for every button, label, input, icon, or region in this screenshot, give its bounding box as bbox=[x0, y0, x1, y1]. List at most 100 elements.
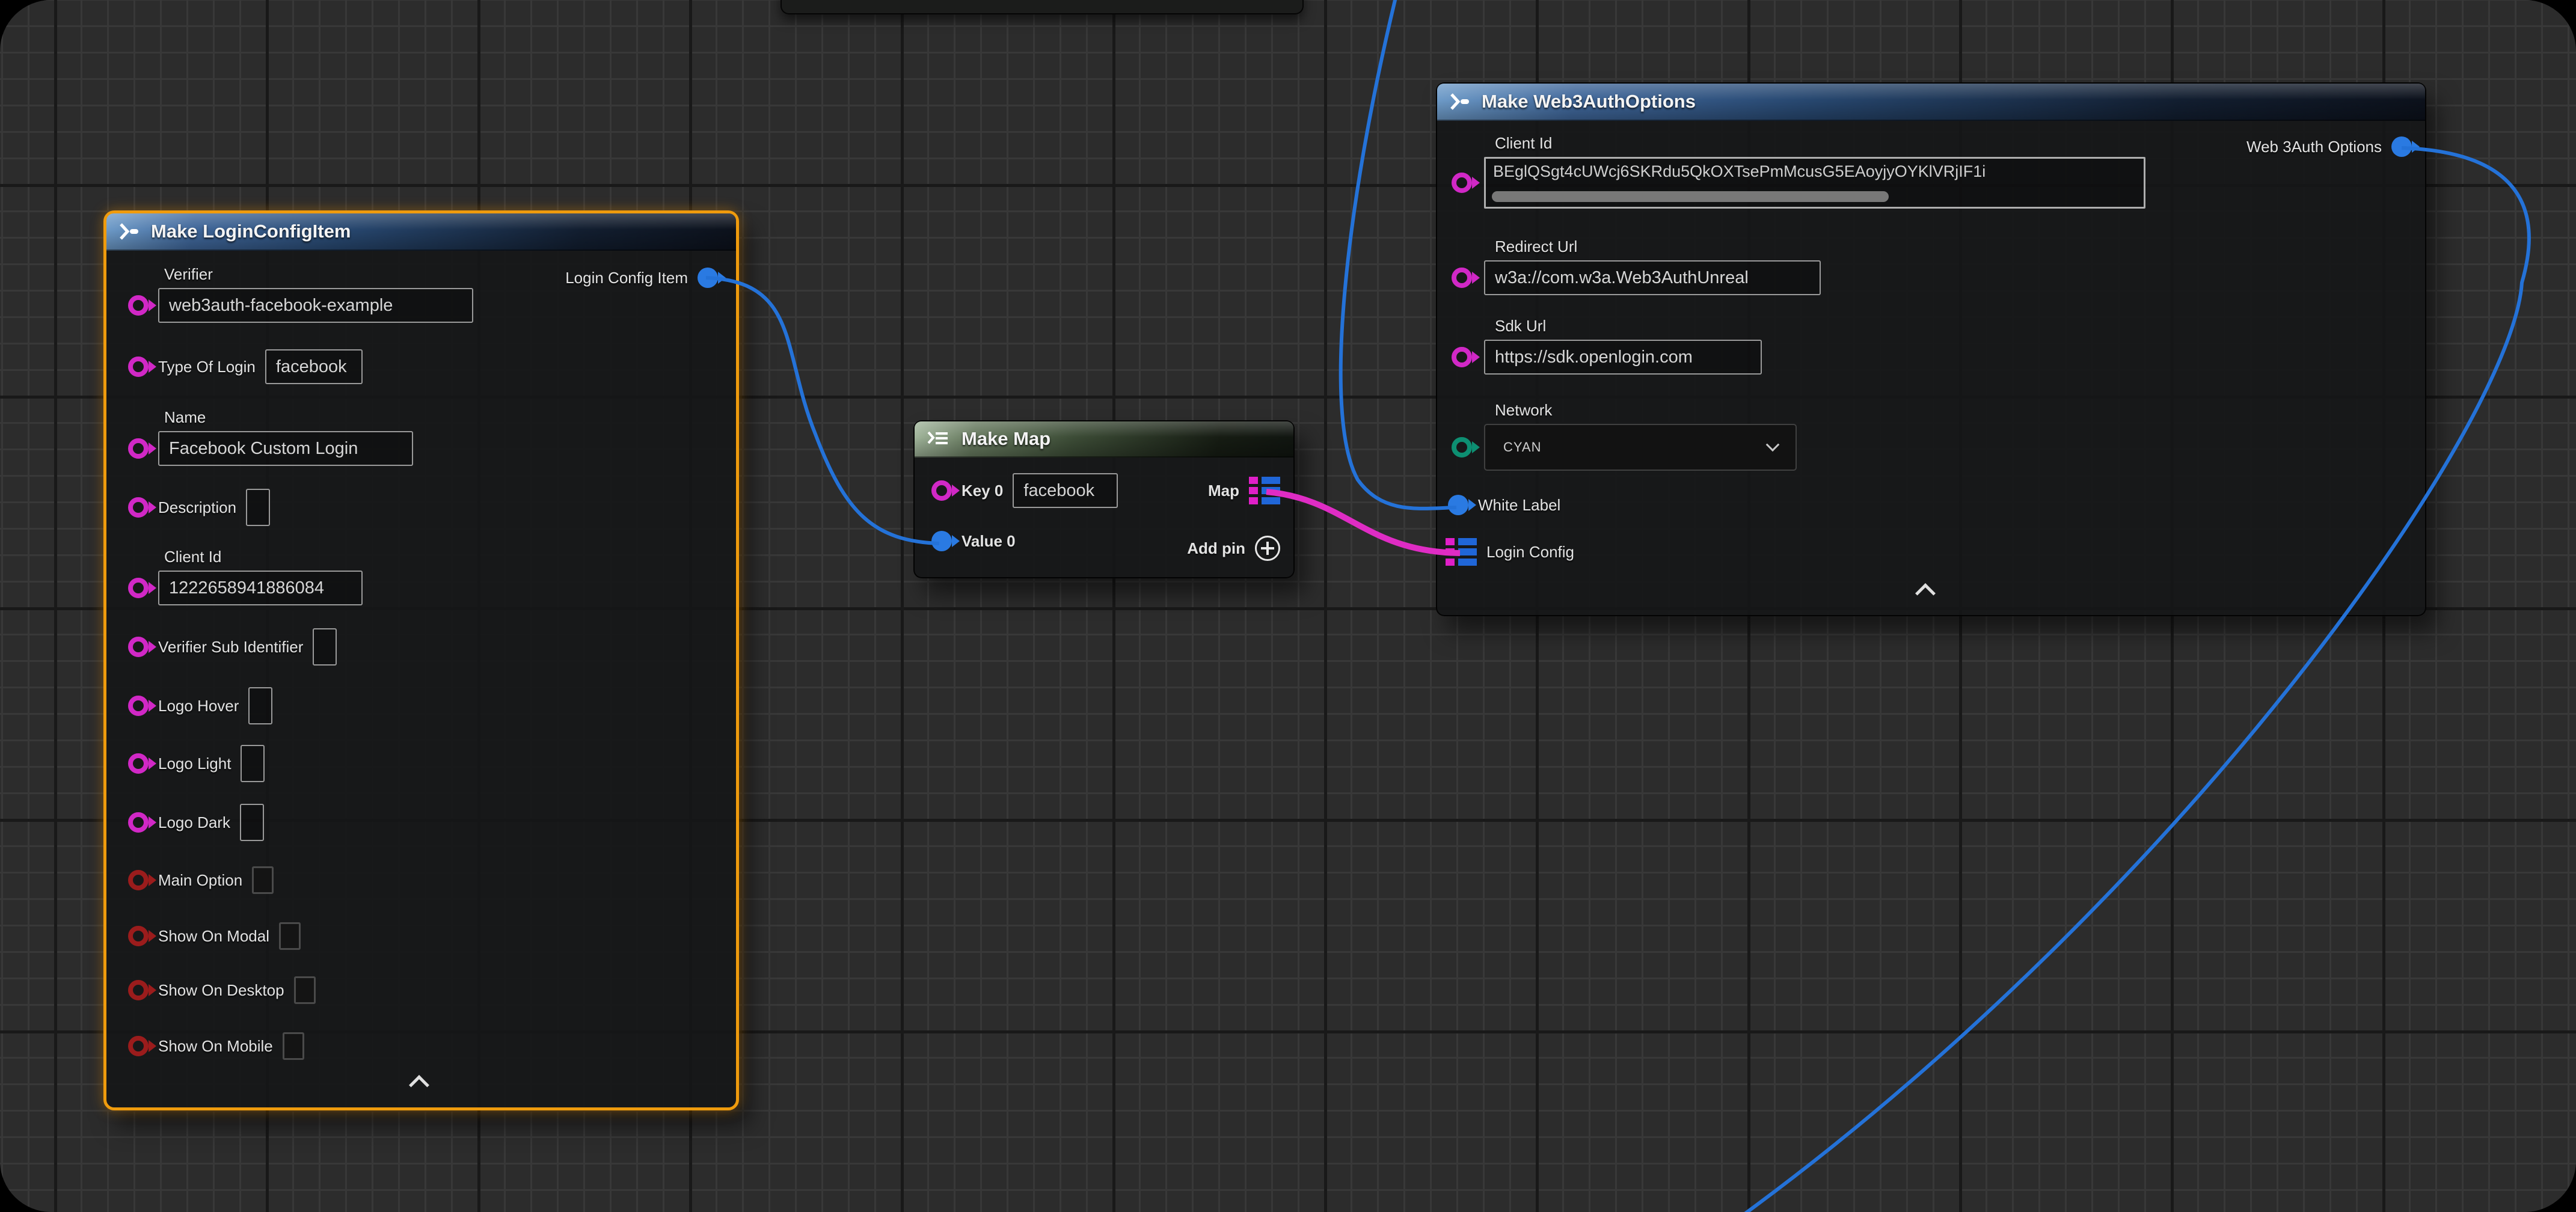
node-title: Make Web3AuthOptions bbox=[1482, 91, 1696, 112]
collapse-node-chevron-up-icon[interactable] bbox=[1915, 583, 1936, 604]
input-pin-show-on-desktop[interactable] bbox=[128, 980, 149, 1000]
field-row-white-label: White Label bbox=[1437, 495, 2425, 515]
field-row-redirect-url: Redirect Url w3a://com.w3a.Web3AuthUnrea… bbox=[1437, 237, 2425, 295]
input-pin-name[interactable] bbox=[128, 438, 149, 459]
add-pin-label: Add pin bbox=[1187, 539, 1245, 558]
field-label: Main Option bbox=[158, 871, 242, 890]
verifier-input[interactable]: web3auth-facebook-example bbox=[158, 288, 473, 323]
input-pin-logo-dark[interactable] bbox=[128, 812, 149, 833]
output-pin-label: Map bbox=[1208, 482, 1239, 500]
input-pin-show-on-mobile[interactable] bbox=[128, 1036, 149, 1056]
field-label: Value 0 bbox=[961, 532, 1016, 551]
field-row-client-id: Client Id 1222658941886084 bbox=[106, 548, 736, 605]
input-pin-verifier[interactable] bbox=[128, 295, 149, 316]
input-pin-white-label[interactable] bbox=[1448, 495, 1468, 515]
node-header[interactable]: Make Map bbox=[915, 421, 1293, 458]
field-label: White Label bbox=[1478, 496, 1560, 515]
network-selected-value: CYAN bbox=[1503, 439, 1542, 455]
redirect-url-input[interactable]: w3a://com.w3a.Web3AuthUnreal bbox=[1484, 260, 1821, 295]
make-struct-icon bbox=[1448, 93, 1472, 111]
input-pin-description[interactable] bbox=[128, 497, 149, 518]
offscreen-node-top[interactable] bbox=[780, 0, 1304, 14]
field-row-sdk-url: Sdk Url https://sdk.openlogin.com bbox=[1437, 317, 2425, 375]
field-row-type-of-login: Type Of Login facebook bbox=[106, 349, 736, 384]
field-row-logo-dark: Logo Dark bbox=[106, 804, 736, 841]
network-dropdown[interactable]: CYAN bbox=[1484, 424, 1797, 471]
field-label: Show On Modal bbox=[158, 927, 269, 946]
show-on-modal-checkbox[interactable] bbox=[279, 922, 301, 950]
field-label: Sdk Url bbox=[1495, 317, 2425, 335]
node-make-login-config-item[interactable]: Make LoginConfigItem Login Config Item V… bbox=[103, 210, 739, 1110]
field-label: Verifier Sub Identifier bbox=[158, 638, 303, 656]
main-option-checkbox[interactable] bbox=[252, 866, 274, 894]
client-id-input[interactable]: BEglQSgt4cUWcj6SKRdu5QkOXTsePmMcusG5EAoy… bbox=[1484, 157, 2145, 209]
node-title: Make Map bbox=[961, 428, 1050, 450]
input-pin-client-id[interactable] bbox=[1452, 173, 1472, 193]
field-label: Network bbox=[1495, 401, 2425, 420]
field-row-show-on-mobile: Show On Mobile bbox=[106, 1032, 736, 1060]
logo-light-input[interactable] bbox=[241, 745, 265, 782]
node-make-web3auth-options[interactable]: Make Web3AuthOptions Web 3Auth Options C… bbox=[1436, 82, 2426, 616]
field-label: Name bbox=[164, 408, 736, 427]
field-row-main-option: Main Option bbox=[106, 866, 736, 894]
make-struct-icon bbox=[117, 222, 141, 240]
show-on-desktop-checkbox[interactable] bbox=[294, 976, 316, 1004]
name-input[interactable]: Facebook Custom Login bbox=[158, 431, 413, 466]
field-label: Redirect Url bbox=[1495, 237, 2425, 256]
node-header[interactable]: Make Web3AuthOptions bbox=[1437, 84, 2425, 121]
field-row-logo-light: Logo Light bbox=[106, 745, 736, 782]
make-map-icon bbox=[925, 430, 952, 448]
field-row-client-id: Client Id BEglQSgt4cUWcj6SKRdu5QkOXTsePm… bbox=[1437, 134, 2425, 209]
input-pin-logo-light[interactable] bbox=[128, 753, 149, 774]
field-label: Verifier bbox=[164, 265, 736, 284]
add-pin-button-circle-plus-icon[interactable] bbox=[1255, 536, 1280, 561]
logo-dark-input[interactable] bbox=[240, 804, 264, 841]
chevron-down-icon bbox=[1766, 438, 1780, 451]
field-label: Logo Hover bbox=[158, 697, 239, 715]
input-pin-key-0[interactable] bbox=[931, 480, 952, 501]
field-label: Type Of Login bbox=[158, 358, 256, 376]
field-label: Logo Dark bbox=[158, 813, 230, 832]
type-of-login-input[interactable]: facebook bbox=[265, 349, 363, 384]
client-id-input[interactable]: 1222658941886084 bbox=[158, 571, 363, 605]
key-0-input[interactable]: facebook bbox=[1013, 473, 1118, 508]
input-pin-logo-hover[interactable] bbox=[128, 696, 149, 716]
input-pin-sdk-url[interactable] bbox=[1452, 347, 1472, 367]
field-row-verifier: Verifier web3auth-facebook-example bbox=[106, 265, 736, 323]
field-label: Description bbox=[158, 498, 236, 517]
node-title: Make LoginConfigItem bbox=[151, 221, 351, 242]
field-label: Login Config bbox=[1486, 543, 1574, 562]
field-label: Show On Desktop bbox=[158, 981, 284, 1000]
collapse-node-chevron-up-icon[interactable] bbox=[409, 1075, 429, 1095]
blueprint-graph-canvas[interactable]: Make LoginConfigItem Login Config Item V… bbox=[0, 0, 2576, 1212]
input-pin-main-option[interactable] bbox=[128, 870, 149, 890]
node-header[interactable]: Make LoginConfigItem bbox=[106, 213, 736, 251]
field-row-description: Description bbox=[106, 489, 736, 526]
field-label: Show On Mobile bbox=[158, 1037, 273, 1056]
field-row-show-on-desktop: Show On Desktop bbox=[106, 976, 736, 1004]
show-on-mobile-checkbox[interactable] bbox=[283, 1032, 304, 1060]
input-pin-client-id[interactable] bbox=[128, 578, 149, 598]
sdk-url-input[interactable]: https://sdk.openlogin.com bbox=[1484, 340, 1762, 375]
input-pin-show-on-modal[interactable] bbox=[128, 926, 149, 946]
logo-hover-input[interactable] bbox=[248, 687, 272, 724]
field-row-network: Network CYAN bbox=[1437, 401, 2425, 471]
field-row-name: Name Facebook Custom Login bbox=[106, 408, 736, 466]
input-pin-network[interactable] bbox=[1452, 437, 1472, 458]
field-row-show-on-modal: Show On Modal bbox=[106, 922, 736, 950]
input-pin-value-0[interactable] bbox=[931, 531, 952, 551]
field-label: Key 0 bbox=[961, 482, 1003, 500]
field-row-logo-hover: Logo Hover bbox=[106, 687, 736, 724]
input-pin-verifier-sub-identifier[interactable] bbox=[128, 637, 149, 657]
node-make-map[interactable]: Make Map Key 0 facebook Map Value 0 Add … bbox=[913, 420, 1295, 578]
verifier-sub-identifier-input[interactable] bbox=[313, 628, 337, 666]
description-input[interactable] bbox=[246, 489, 270, 526]
input-pin-redirect-url[interactable] bbox=[1452, 268, 1472, 288]
field-row-login-config: Login Config bbox=[1437, 538, 2425, 566]
field-row-verifier-sub-identifier: Verifier Sub Identifier bbox=[106, 628, 736, 666]
input-pin-type-of-login[interactable] bbox=[128, 357, 149, 377]
field-label: Client Id bbox=[1495, 134, 2425, 153]
add-pin-row: Add pin bbox=[1187, 536, 1280, 561]
text-scrollbar[interactable] bbox=[1492, 191, 1889, 202]
field-label: Logo Light bbox=[158, 754, 231, 773]
